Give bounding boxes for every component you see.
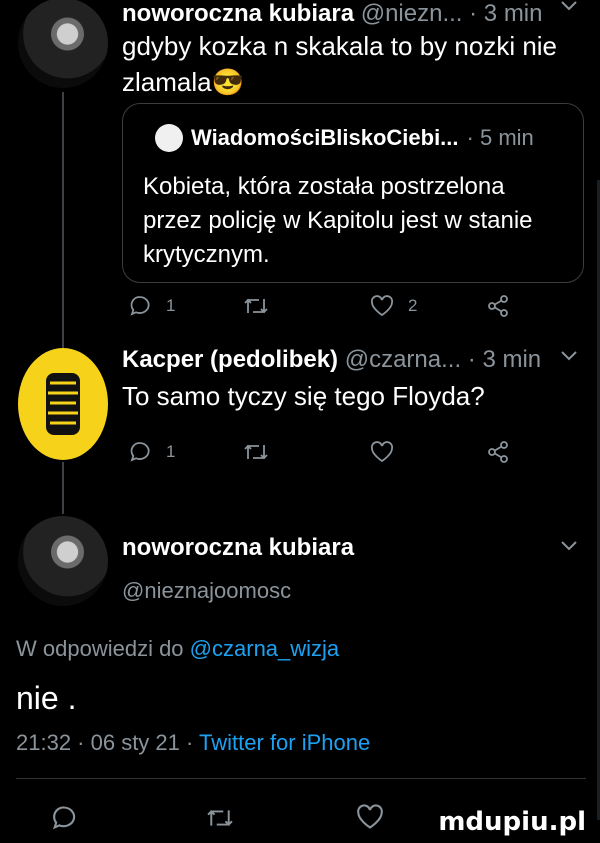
- share-icon: [488, 441, 508, 463]
- quote-text-line: krytycznym.: [143, 241, 270, 268]
- like-count: 2: [408, 296, 418, 315]
- quote-text-line: Kobieta, która została postrzelona: [143, 173, 505, 200]
- retweet-icon: [207, 810, 233, 826]
- display-name: WiadomościBliskoCiebi...: [191, 125, 459, 150]
- retweet-icon: [244, 444, 268, 460]
- tweet-text-line: zlamala😎: [122, 67, 244, 97]
- chevron-down-icon[interactable]: [560, 540, 578, 552]
- thread-line: [62, 462, 64, 514]
- tweet-text: nie .: [16, 680, 77, 716]
- thread-line: [62, 92, 64, 354]
- avatar[interactable]: [18, 348, 108, 460]
- like-icon: [370, 295, 394, 317]
- reply-icon: [52, 806, 76, 830]
- reply-count: 1: [166, 442, 176, 461]
- avatar[interactable]: [18, 0, 108, 88]
- avatar: [155, 124, 183, 152]
- reply-button[interactable]: [50, 804, 78, 832]
- tweet-text: gdyby kozka n skakala to by nozki nie zl…: [122, 28, 582, 100]
- timestamp: · 3 min: [469, 0, 543, 27]
- timestamp: · 5 min: [466, 125, 534, 150]
- tweet-text-line: gdyby kozka n skakala to by nozki nie: [122, 31, 558, 61]
- timestamp: 21:32 · 06 sty 21 ·: [16, 730, 194, 755]
- like-icon: [370, 441, 394, 463]
- retweet-button[interactable]: [242, 441, 270, 463]
- reply-count: 1: [166, 296, 176, 315]
- like-icon: [357, 804, 383, 829]
- chevron-down-icon[interactable]: [560, 0, 578, 12]
- timestamp: · 3 min: [467, 346, 542, 373]
- reply-handle-link[interactable]: @czarna_wizja: [190, 636, 340, 661]
- quote-text: Kobieta, która została postrzelona przez…: [143, 170, 573, 272]
- share-button[interactable]: [486, 440, 510, 464]
- reply-icon: [130, 296, 150, 316]
- tweet-text: To samo tyczy się tego Floyda?: [122, 381, 485, 411]
- source-link[interactable]: Twitter for iPhone: [199, 730, 370, 755]
- share-icon: [488, 295, 508, 317]
- display-name[interactable]: noworoczna kubiara: [122, 0, 354, 27]
- tweet-header: noworoczna kubiara @niezn... · 3 min: [122, 0, 543, 28]
- display-name[interactable]: Kacper (pedolibek): [122, 346, 338, 373]
- handle[interactable]: @czarna...: [345, 346, 461, 373]
- like-button[interactable]: [370, 441, 394, 463]
- like-button[interactable]: [356, 804, 384, 830]
- reply-icon: [130, 442, 150, 462]
- quote-text-line: przez policję w Kapitolu jest w stanie: [143, 207, 533, 234]
- chevron-down-icon[interactable]: [560, 350, 578, 362]
- reply-button[interactable]: 1: [128, 294, 175, 318]
- reply-context: W odpowiedzi do @czarna_wizja: [16, 636, 339, 662]
- watermark: mdupiu.pl: [434, 807, 590, 837]
- retweet-button[interactable]: [242, 295, 270, 317]
- reply-button[interactable]: 1: [128, 440, 175, 464]
- reply-prefix: W odpowiedzi do: [16, 636, 184, 661]
- quoted-tweet[interactable]: WiadomościBliskoCiebi... · 5 min Kobieta…: [122, 103, 584, 283]
- divider: [16, 778, 586, 779]
- display-name[interactable]: noworoczna kubiara: [122, 534, 354, 562]
- avatar[interactable]: [18, 516, 108, 606]
- retweet-icon: [244, 298, 268, 314]
- share-button[interactable]: [486, 294, 510, 318]
- tweet-meta: 21:32 · 06 sty 21 · Twitter for iPhone: [16, 730, 370, 756]
- quote-header: WiadomościBliskoCiebi... · 5 min: [155, 124, 534, 152]
- like-button[interactable]: 2: [370, 295, 417, 317]
- tiger-icon: [46, 373, 80, 435]
- retweet-button[interactable]: [204, 806, 236, 830]
- handle[interactable]: @nieznajoomosc: [122, 578, 291, 604]
- handle[interactable]: @niezn...: [361, 0, 463, 27]
- tweet-header: Kacper (pedolibek) @czarna... · 3 min: [122, 346, 541, 374]
